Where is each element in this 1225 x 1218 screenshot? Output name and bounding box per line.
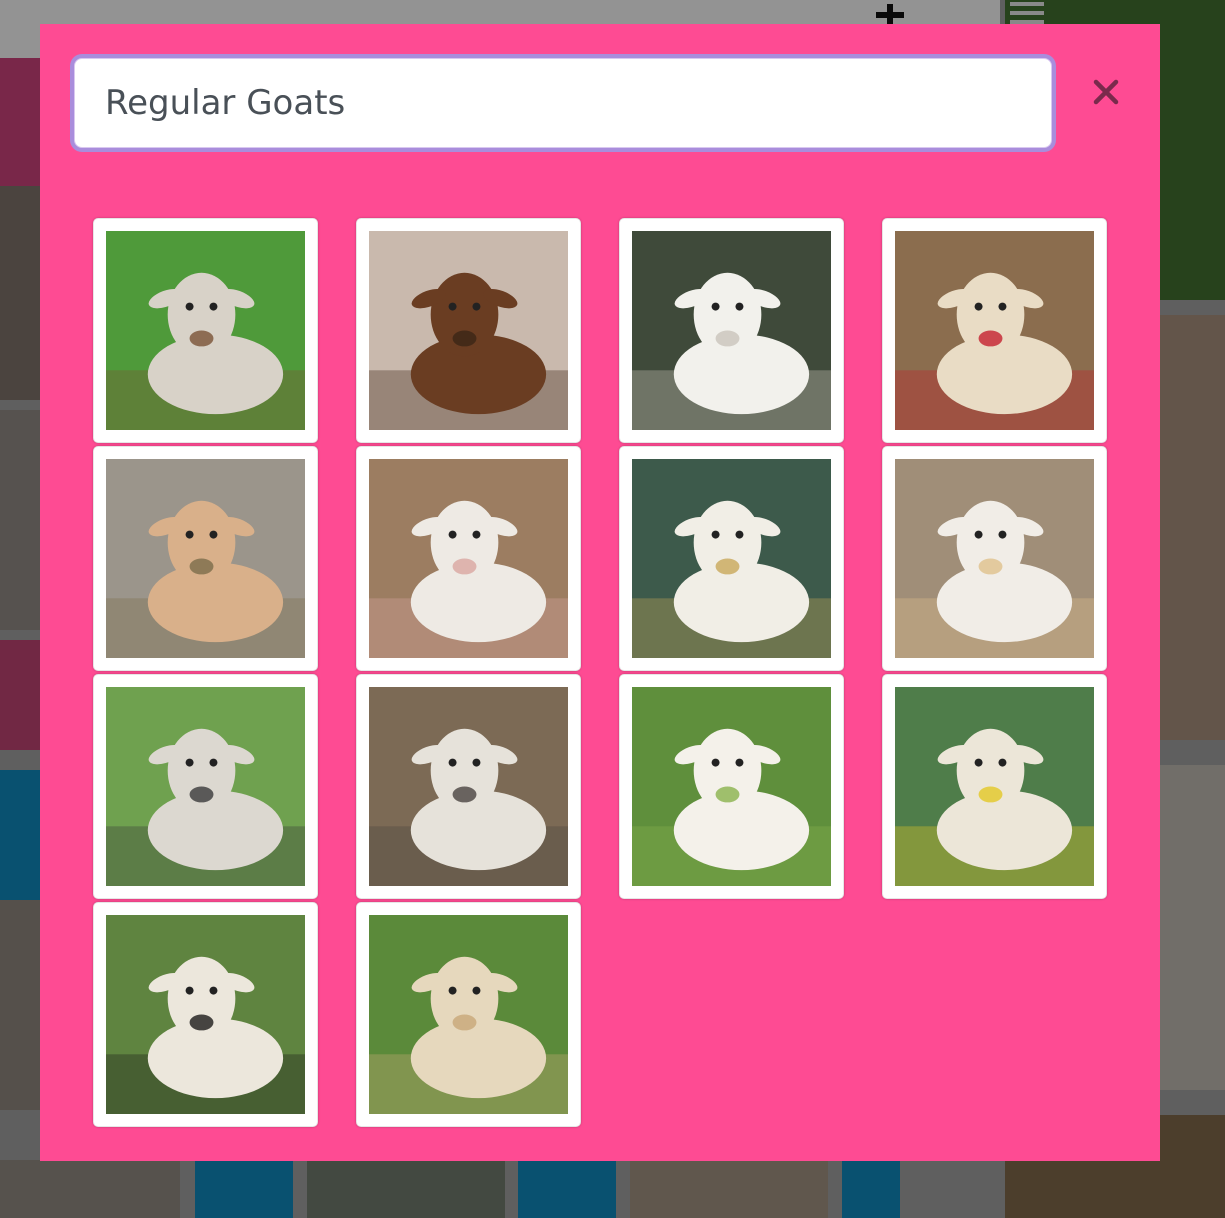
background-photo <box>0 410 40 630</box>
result-thumbnail-brown-goat-shouting <box>369 231 568 430</box>
result-card[interactable] <box>882 674 1107 899</box>
background-photo <box>1160 765 1225 1090</box>
result-thumbnail-two-lambs-grass <box>632 687 831 886</box>
close-icon <box>1093 79 1119 109</box>
result-card[interactable] <box>882 218 1107 443</box>
result-thumbnail-mountain-goat-forest <box>632 459 831 658</box>
background-banner <box>0 58 40 186</box>
image-search-modal <box>40 24 1160 1161</box>
menu-icon <box>1010 2 1044 24</box>
result-card[interactable] <box>93 674 318 899</box>
result-thumbnail-kid-goat-red-sweater <box>895 231 1094 430</box>
background-photo <box>1160 315 1225 740</box>
result-thumbnail-shaggy-sheep-field <box>369 915 568 1114</box>
result-card[interactable] <box>619 674 844 899</box>
search-input[interactable] <box>75 59 1051 147</box>
result-thumbnail-goat-in-tub <box>106 687 305 886</box>
background-photo <box>0 186 40 400</box>
result-card[interactable] <box>356 902 581 1127</box>
result-card[interactable] <box>93 446 318 671</box>
result-thumbnail-baby-goat-hay <box>106 459 305 658</box>
result-thumbnail-valais-blacknose-sheep <box>106 915 305 1114</box>
image-results-grid <box>93 218 1111 1127</box>
result-thumbnail-sheep-tongue-out <box>895 687 1094 886</box>
result-thumbnail-smiling-white-goat-closeup <box>369 459 568 658</box>
result-thumbnail-white-kid-goat-rocks <box>632 231 831 430</box>
result-card[interactable] <box>356 218 581 443</box>
background-banner <box>0 640 40 750</box>
background-photo <box>630 1160 828 1218</box>
result-card[interactable] <box>619 446 844 671</box>
result-card[interactable] <box>882 446 1107 671</box>
result-thumbnail-goat-grinning-horns <box>106 231 305 430</box>
background-tile <box>842 1160 900 1218</box>
result-card[interactable] <box>93 218 318 443</box>
result-thumbnail-goat-in-jacket-leash <box>895 459 1094 658</box>
background-photo <box>0 900 40 1110</box>
result-card[interactable] <box>619 218 844 443</box>
result-card[interactable] <box>356 674 581 899</box>
background-photo <box>307 1160 505 1218</box>
background-tile <box>195 1160 293 1218</box>
result-thumbnail-sheep-face-closeup <box>369 687 568 886</box>
search-box <box>74 58 1052 148</box>
close-button[interactable] <box>1086 74 1126 114</box>
result-card[interactable] <box>356 446 581 671</box>
background-tile <box>0 770 40 900</box>
plus-icon <box>876 4 904 24</box>
result-card[interactable] <box>93 902 318 1127</box>
background-photo <box>0 1160 180 1218</box>
background-tile <box>518 1160 616 1218</box>
